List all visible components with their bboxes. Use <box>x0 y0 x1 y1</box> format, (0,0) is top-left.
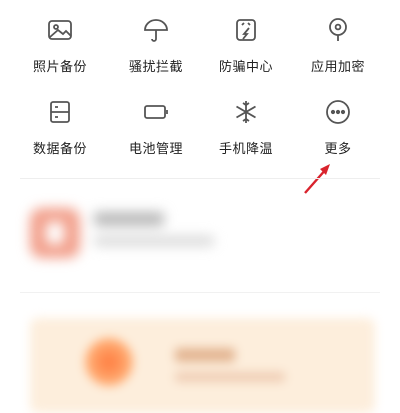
tool-label: 手机降温 <box>218 142 273 157</box>
tool-phone-cooling[interactable]: 手机降温 <box>200 90 292 160</box>
tool-label: 骚扰拦截 <box>128 60 183 75</box>
tools-grid: 照片备份 骚扰拦截 防骗中心 应用加密 数据备份 电池管理 手机降温 更多 <box>0 0 400 176</box>
tool-label: 数据备份 <box>32 142 87 157</box>
data-backup-icon <box>50 101 70 123</box>
tool-app-lock[interactable]: 应用加密 <box>292 8 384 78</box>
tool-label: 应用加密 <box>310 60 365 75</box>
anti-fraud-shield-icon <box>236 19 256 41</box>
tool-label: 更多 <box>324 142 352 157</box>
blurred-promo-banner <box>30 318 375 413</box>
tool-label: 照片备份 <box>32 60 87 75</box>
blurred-feature-card <box>22 196 378 276</box>
blurred-card-subtitle <box>94 236 214 246</box>
snowflake-icon <box>236 101 256 123</box>
section-divider <box>20 292 380 293</box>
tool-harassment-block[interactable]: 骚扰拦截 <box>110 8 202 78</box>
annotation-arrow-icon <box>304 164 330 194</box>
blurred-promo-icon <box>85 338 133 386</box>
tool-photo-backup[interactable]: 照片备份 <box>14 8 106 78</box>
tool-anti-fraud[interactable]: 防骗中心 <box>200 8 292 78</box>
tool-label: 防骗中心 <box>218 60 273 75</box>
tool-more[interactable]: 更多 <box>292 90 384 160</box>
tool-data-backup[interactable]: 数据备份 <box>14 90 106 160</box>
tool-battery[interactable]: 电池管理 <box>110 90 202 160</box>
umbrella-icon <box>144 19 168 42</box>
battery-icon <box>144 105 168 119</box>
blurred-card-icon <box>30 208 80 258</box>
tool-label: 电池管理 <box>128 142 183 157</box>
photo-backup-icon <box>48 20 72 40</box>
blurred-promo-title <box>175 348 235 362</box>
blurred-card-title <box>94 212 164 226</box>
app-lock-icon <box>329 18 347 41</box>
section-divider <box>20 178 380 179</box>
blurred-promo-subtitle <box>175 372 285 382</box>
more-icon <box>326 100 350 124</box>
